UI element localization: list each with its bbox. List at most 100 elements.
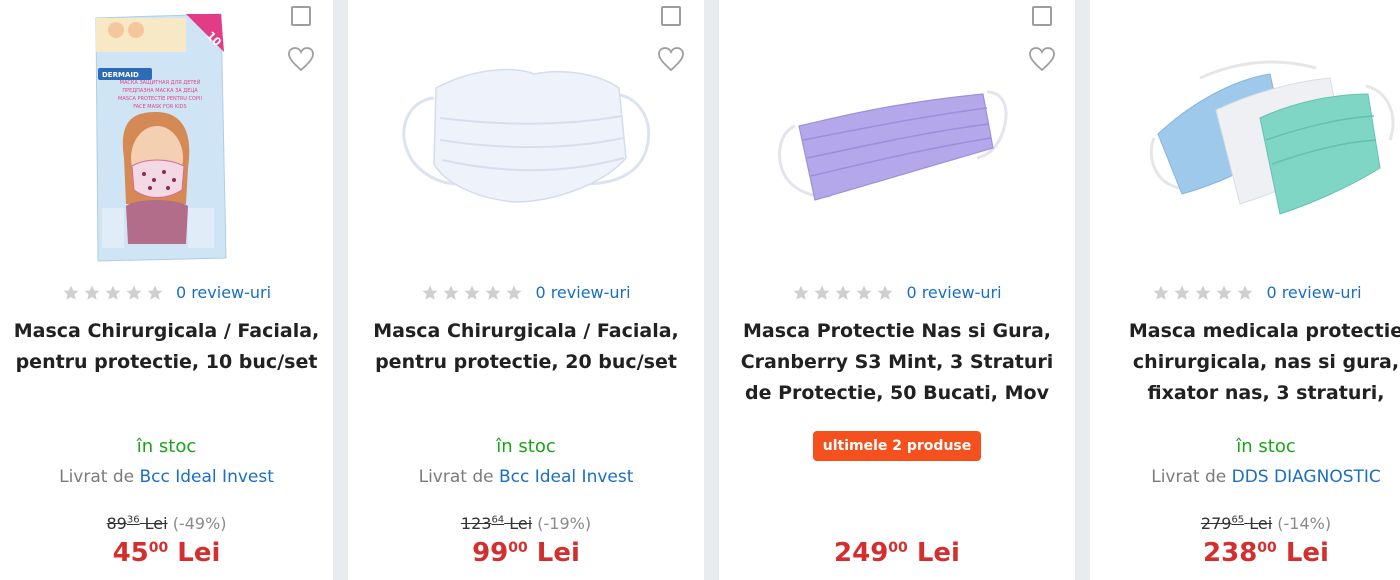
price-int: 45 — [112, 538, 149, 568]
seller-info: Livrat de Bcc Ideal Invest — [348, 467, 704, 487]
product-grid: 10 DERMAID МАСКА ЗАЩИТНАЯ ДЛЯ ДЕТЕЙ ПРЕД… — [0, 0, 1400, 580]
reviews-link[interactable]: 0 review-uri — [1266, 283, 1361, 302]
seller-link[interactable]: Bcc Ideal Invest — [139, 467, 273, 487]
reviews-link[interactable]: 0 review-uri — [176, 283, 271, 302]
seller-prefix: Livrat de — [1151, 467, 1227, 487]
product-card[interactable]: 10 DERMAID МАСКА ЗАЩИТНАЯ ДЛЯ ДЕТЕЙ ПРЕД… — [0, 0, 333, 580]
title-line: fixator nas, 3 straturi, — [1147, 382, 1385, 404]
price-currency: Lei — [1285, 538, 1329, 568]
old-price-currency: Lei — [144, 514, 168, 533]
compare-checkbox[interactable] — [661, 6, 681, 26]
old-price: 12364 Lei (-19%) — [348, 514, 704, 533]
old-price-dec: 36 — [126, 514, 140, 526]
stock-status: în stoc — [136, 436, 197, 457]
star-icon — [126, 285, 142, 300]
star-icon — [105, 285, 121, 300]
reviews-link[interactable]: 0 review-uri — [535, 283, 630, 302]
price: 4500 Lei — [0, 538, 333, 568]
discount: (-14%) — [1277, 514, 1332, 533]
old-price-currency: Lei — [1249, 514, 1273, 533]
price-int: 99 — [472, 538, 509, 568]
product-title[interactable]: Masca Chirurgicala / Faciala, pentru pro… — [348, 316, 704, 378]
title-line: pentru protectie, 20 buc/set — [375, 351, 677, 373]
product-card[interactable]: 0 review-uri Masca Protectie Nas si Gura… — [719, 0, 1075, 580]
title-line: de Protectie, 50 Bucati, Mov — [745, 382, 1049, 404]
star-icon — [877, 285, 893, 300]
stock-status: în stoc — [1236, 436, 1296, 457]
seller-link[interactable]: DDS DIAGNOSTIC — [1232, 467, 1381, 487]
old-price: 8936 Lei (-49%) — [0, 514, 333, 533]
title-line: Masca medicala protectie — [1128, 320, 1400, 342]
old-price-int: 89 — [106, 514, 127, 533]
product-image[interactable]: 10 DERMAID МАСКА ЗАЩИТНАЯ ДЛЯ ДЕТЕЙ ПРЕД… — [36, 8, 296, 264]
old-price-dec: 65 — [1231, 514, 1245, 526]
stock-status: în stoc — [496, 436, 556, 457]
star-icon — [84, 285, 100, 300]
old-price-int: 123 — [460, 514, 492, 533]
product-card[interactable]: 0 review-uri Masca medicala protectie ch… — [1090, 0, 1400, 580]
star-icon — [835, 285, 851, 300]
rating: 0 review-uri — [719, 283, 1075, 305]
star-icon — [1195, 285, 1211, 300]
rating: 0 review-uri — [1090, 283, 1400, 305]
old-price-int: 279 — [1200, 514, 1232, 533]
product-title[interactable]: Masca medicala protectie chirurgicala, n… — [1090, 316, 1400, 409]
discount: (-49%) — [172, 514, 227, 533]
price-int: 238 — [1203, 538, 1258, 568]
title-line: Masca Protectie Nas si Gura, — [742, 320, 1052, 342]
old-price-currency: Lei — [509, 514, 533, 533]
title-line: Cranberry S3 Mint, 3 Straturi — [740, 351, 1054, 373]
price-dec: 00 — [508, 540, 528, 556]
seller-prefix: Livrat de — [418, 467, 494, 487]
price: 23800 Lei — [1090, 538, 1400, 568]
package-line: МАСКА ЗАЩИТНАЯ ДЛЯ ДЕТЕЙ — [120, 79, 201, 86]
rating: 0 review-uri — [348, 283, 704, 305]
seller-info: Livrat de Bcc Ideal Invest — [0, 467, 333, 487]
star-icon — [506, 285, 522, 300]
seller-prefix: Livrat de — [59, 467, 135, 487]
seller-info: Livrat de DDS DIAGNOSTIC — [1090, 467, 1400, 487]
star-icon — [464, 285, 480, 300]
title-line: Masca Chirurgicala / Faciala, — [373, 320, 679, 342]
seller-link[interactable]: Bcc Ideal Invest — [499, 467, 633, 487]
price-currency: Lei — [536, 538, 580, 568]
old-price: 27965 Lei (-14%) — [1090, 514, 1400, 533]
star-icon — [485, 285, 501, 300]
heart-outline-icon[interactable] — [657, 46, 685, 72]
old-price-dec: 64 — [491, 514, 505, 526]
stars — [792, 284, 894, 302]
star-icon — [793, 285, 809, 300]
star-icon — [856, 285, 872, 300]
package-line: ПРЕДПАЗНА МАСКА ЗА ДЕЦА — [122, 88, 198, 94]
price: 24900 Lei — [719, 538, 1075, 568]
discount: (-19%) — [537, 514, 592, 533]
product-title[interactable]: Masca Protectie Nas si Gura, Cranberry S… — [719, 316, 1075, 409]
product-title[interactable]: Masca Chirurgicala / Faciala, pentru pro… — [0, 316, 333, 378]
star-icon — [422, 285, 438, 300]
stars — [421, 284, 523, 302]
star-icon — [1216, 285, 1232, 300]
star-icon — [1237, 285, 1253, 300]
package-brand: DERMAID — [102, 71, 139, 79]
title-line: chirurgicala, nas si gura, — [1132, 351, 1400, 373]
stars — [62, 284, 164, 302]
price-currency: Lei — [916, 538, 960, 568]
price-dec: 00 — [1257, 540, 1277, 556]
product-image[interactable] — [394, 8, 654, 264]
star-icon — [147, 285, 163, 300]
package-line: FACE MASK FOR KIDS — [133, 104, 186, 110]
product-card[interactable]: 0 review-uri Masca Chirurgicala / Facial… — [348, 0, 704, 580]
stars — [1152, 284, 1254, 302]
package-line: MASCA PROTECTIE PENTRU COPII — [118, 96, 202, 102]
product-image[interactable] — [765, 8, 1025, 264]
heart-outline-icon[interactable] — [1028, 46, 1056, 72]
star-icon — [1174, 285, 1190, 300]
price-dec: 00 — [888, 540, 908, 556]
product-image[interactable] — [1140, 8, 1400, 264]
star-icon — [1153, 285, 1169, 300]
stock-badge-wrap: ultimele 2 produse — [719, 431, 1075, 461]
title-line: Masca Chirurgicala / Faciala, — [13, 320, 320, 342]
compare-checkbox[interactable] — [1032, 6, 1052, 26]
reviews-link[interactable]: 0 review-uri — [906, 283, 1001, 302]
star-icon — [443, 285, 459, 300]
